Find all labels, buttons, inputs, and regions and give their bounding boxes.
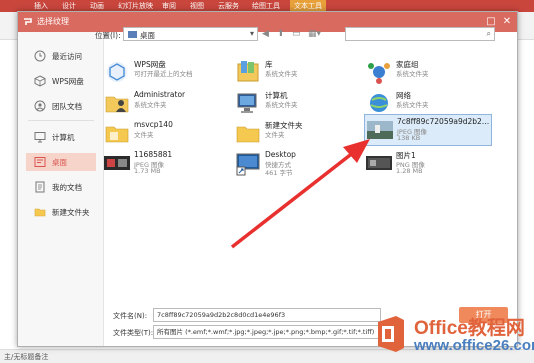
image-thumbnail-icon: [104, 156, 130, 170]
status-text: 主/无标题备注: [4, 353, 49, 361]
places-sidebar: 最近访问 WPS网盘 团队文档 计算机 桌面 我的文档 新建文件夹: [18, 32, 104, 346]
sidebar-divider: [28, 120, 94, 121]
watermark-url: www.office26.com: [414, 337, 534, 354]
folder-icon: [236, 126, 260, 143]
file-type: 系统文件夹: [134, 101, 167, 109]
sidebar-item-wps-cloud[interactable]: WPS网盘: [26, 72, 96, 90]
watermark-title: Office教程网: [414, 318, 525, 339]
file-type: 系统文件夹: [396, 70, 429, 78]
desktop-folder-icon: [128, 31, 137, 38]
file-size: 1.73 MB: [134, 167, 161, 175]
file-type: 系统文件夹: [265, 101, 298, 109]
team-doc-icon: [34, 100, 46, 112]
sidebar-item-label: 最近访问: [52, 52, 82, 61]
sidebar-item-label: 新建文件夹: [52, 208, 90, 217]
back-icon[interactable]: ◀: [262, 29, 269, 39]
file-item-11685881[interactable]: 11685881 JPEG 图像 1.73 MB: [102, 148, 230, 180]
sidebar-item-my-documents[interactable]: 我的文档: [26, 178, 96, 196]
computer-icon: [34, 132, 46, 143]
wps-cloud-icon: [107, 62, 127, 82]
location-label: 位置(I):: [95, 31, 121, 40]
image-thumbnail-icon: [366, 156, 392, 170]
up-folder-icon[interactable]: ⬆: [277, 29, 285, 39]
file-item-msvcp140[interactable]: msvcp140 文件夹: [102, 118, 230, 150]
view-menu-icon[interactable]: ▦▾: [308, 29, 321, 39]
filetype-select[interactable]: 所有图片 (*.emf;*.wmf;*.jpg;*.jpeg;*.jpe;*.p…: [153, 325, 381, 339]
sidebar-item-label: 团队文档: [52, 102, 82, 111]
folder-icon: [105, 126, 129, 143]
filename-input[interactable]: 7c8ff89c72059a9d2b2c8d0cd1e4e96f3: [153, 308, 381, 322]
file-type: 文件夹: [265, 131, 285, 139]
sidebar-item-team-docs[interactable]: 团队文档: [26, 97, 96, 115]
my-documents-icon: [35, 181, 45, 193]
homegroup-icon: [368, 63, 390, 84]
file-item-homegroup[interactable]: 家庭组 系统文件夹: [364, 57, 492, 89]
location-value: 桌面: [140, 31, 155, 40]
file-item-wps-cloud[interactable]: WPS网盘 可打开最近上的文档: [102, 57, 230, 89]
file-size: 461 字节: [265, 169, 293, 177]
computer-icon: [237, 93, 257, 113]
sidebar-item-label: 桌面: [52, 158, 67, 167]
file-name: msvcp140: [134, 120, 173, 129]
file-item-picture1[interactable]: 图片1 PNG 图像 1.28 MB: [364, 148, 492, 180]
file-item-desktop-shortcut[interactable]: Desktop 快捷方式 461 字节: [233, 148, 361, 180]
library-icon: [237, 61, 259, 82]
chevron-down-icon: ▾: [249, 29, 254, 38]
file-name: Administrator: [134, 90, 186, 99]
file-type: 系统文件夹: [396, 101, 429, 109]
dialog-title: 选择纹理: [37, 17, 69, 26]
filetype-label: 文件类型(T):: [113, 329, 154, 337]
network-icon: [370, 94, 388, 112]
search-input[interactable]: ⌕: [345, 27, 495, 41]
file-name: 7c8ff89c72059a9d2b2c8d0cd...: [397, 117, 491, 126]
office-tutorial-watermark: Office教程网 www.office26.com: [368, 310, 534, 363]
wps-logo-icon: [24, 18, 32, 25]
file-type: 系统文件夹: [265, 70, 298, 78]
new-folder-icon[interactable]: ▭: [292, 29, 301, 39]
location-dropdown[interactable]: 桌面 ▾: [123, 27, 258, 41]
sidebar-item-new-folder[interactable]: 新建文件夹: [26, 203, 96, 221]
desktop-icon: [34, 157, 46, 167]
shortcut-icon: [236, 153, 260, 176]
cloud-cube-icon: [34, 75, 46, 87]
file-item-library[interactable]: 库 系统文件夹: [233, 57, 361, 89]
file-name: 11685881: [134, 150, 173, 159]
close-button[interactable]: ✕: [500, 15, 514, 29]
sidebar-item-desktop[interactable]: 桌面: [26, 153, 96, 171]
search-icon: ⌕: [486, 29, 491, 38]
clock-icon: [34, 50, 46, 62]
sidebar-item-label: 我的文档: [52, 183, 82, 192]
file-size: 1.28 MB: [396, 167, 423, 175]
file-type: 可打开最近上的文档: [134, 70, 193, 78]
sidebar-item-recent[interactable]: 最近访问: [26, 47, 96, 65]
file-item-7c8ff89c[interactable]: 7c8ff89c72059a9d2b2c8d0cd... JPEG 图像 138…: [364, 114, 492, 146]
file-type: 文件夹: [134, 131, 154, 139]
office-logo-icon: [378, 316, 404, 352]
sidebar-item-computer[interactable]: 计算机: [26, 128, 96, 146]
file-item-new-folder[interactable]: 新建文件夹 文件夹: [233, 118, 361, 150]
file-item-computer[interactable]: 计算机 系统文件夹: [233, 88, 361, 120]
folder-icon: [34, 208, 46, 217]
sidebar-item-label: 计算机: [52, 133, 75, 142]
file-size: 138 KB: [397, 134, 421, 142]
file-name: Desktop: [265, 150, 296, 159]
file-item-administrator[interactable]: Administrator 系统文件夹: [102, 88, 230, 120]
image-thumbnail-icon: [367, 121, 393, 139]
filename-label: 文件名(N):: [113, 312, 148, 320]
user-folder-icon: [105, 96, 129, 113]
sidebar-item-label: WPS网盘: [52, 77, 84, 86]
